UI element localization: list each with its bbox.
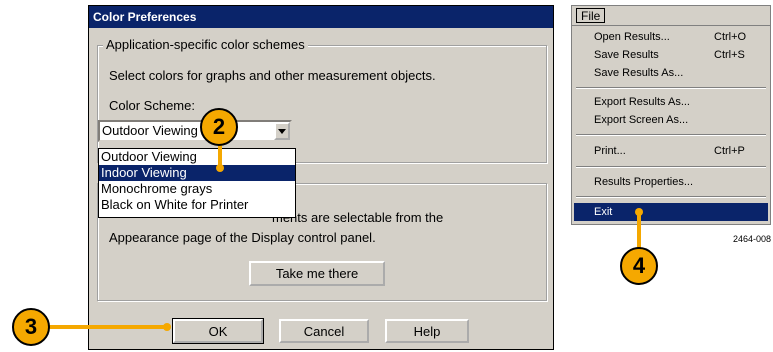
callout-2-dot <box>216 164 224 172</box>
color-scheme-listbox: Outdoor Viewing Indoor Viewing Monochrom… <box>98 148 296 218</box>
menu-bar: File <box>572 6 770 26</box>
combo-value: Outdoor Viewing <box>102 123 198 138</box>
system-colors-text-line2: Appearance page of the Display control p… <box>109 230 376 245</box>
description-text: Select colors for graphs and other measu… <box>109 68 436 83</box>
callout-3-leader <box>48 325 168 329</box>
menu-item-save-results[interactable]: Save Results Ctrl+S <box>574 46 768 64</box>
combo-dropdown-button[interactable] <box>274 122 290 140</box>
menu-item-export-results-as[interactable]: Export Results As... <box>574 93 768 111</box>
color-scheme-label: Color Scheme: <box>109 98 195 113</box>
menu-item-export-screen-as[interactable]: Export Screen As... <box>574 111 768 129</box>
menu-item-results-properties[interactable]: Results Properties... <box>574 173 768 191</box>
menu-item-open-results[interactable]: Open Results... Ctrl+O <box>574 28 768 46</box>
option-black-on-white[interactable]: Black on White for Printer <box>99 197 295 213</box>
chevron-down-icon <box>278 128 286 134</box>
option-indoor-viewing[interactable]: Indoor Viewing <box>99 165 295 181</box>
take-me-there-button[interactable]: Take me there <box>249 261 385 286</box>
help-button[interactable]: Help <box>385 319 469 343</box>
menu-item-print[interactable]: Print... Ctrl+P <box>574 142 768 160</box>
option-outdoor-viewing[interactable]: Outdoor Viewing <box>99 149 295 165</box>
file-menu-window: File Open Results... Ctrl+O Save Results… <box>571 5 771 225</box>
cancel-button[interactable]: Cancel <box>279 319 369 343</box>
menu-separator <box>576 166 766 168</box>
color-scheme-combo[interactable]: Outdoor Viewing <box>98 120 292 142</box>
callout-4-dot <box>635 208 643 216</box>
ok-button[interactable]: OK <box>172 318 264 344</box>
color-preferences-dialog: Color Preferences Application-specific c… <box>88 5 554 350</box>
callout-4: 4 <box>620 247 658 285</box>
system-colors-text-line1: ments are selectable from the <box>272 210 444 225</box>
option-monochrome-grays[interactable]: Monochrome grays <box>99 181 295 197</box>
dialog-title: Color Preferences <box>89 6 553 28</box>
menu-item-save-results-as[interactable]: Save Results As... <box>574 64 768 82</box>
file-menu-button[interactable]: File <box>576 8 606 23</box>
callout-4-leader <box>637 212 641 250</box>
callout-3-dot <box>163 323 171 331</box>
menu-item-exit[interactable]: Exit <box>574 203 768 221</box>
callout-3: 3 <box>12 308 50 346</box>
menu-separator <box>576 134 766 136</box>
callout-2: 2 <box>200 108 238 146</box>
figure-id: 2464-008 <box>733 234 772 244</box>
menu-separator <box>576 196 766 198</box>
menu-separator <box>576 87 766 89</box>
color-schemes-legend: Application-specific color schemes <box>103 37 308 53</box>
